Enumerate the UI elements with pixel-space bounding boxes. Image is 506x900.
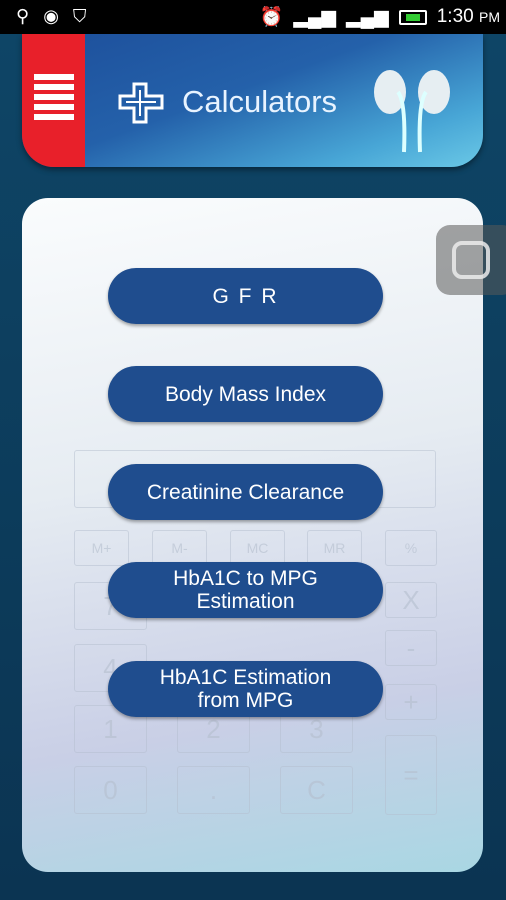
bg-calculator-key: . <box>177 766 250 814</box>
hba1c-to-mpg-button[interactable]: HbA1C to MPG Estimation <box>108 562 383 618</box>
signal-icon: ▂▄▆ <box>293 6 337 28</box>
bg-calculator-key: C <box>280 766 353 814</box>
time-text: 1:30 <box>436 6 474 27</box>
clock: 1:30 PM <box>437 6 500 28</box>
menu-button[interactable] <box>22 34 85 167</box>
kidneys-icon <box>374 70 450 153</box>
bg-calculator-key: MR <box>307 530 362 566</box>
header-banner: Calculators <box>22 34 483 167</box>
shield-icon: ⛉ <box>72 6 87 26</box>
bg-calculator-key: % <box>385 530 437 566</box>
bg-calculator-key: - <box>385 630 437 666</box>
creatinine-clearance-button[interactable]: Creatinine Clearance <box>108 464 383 520</box>
body-mass-index-button[interactable]: Body Mass Index <box>108 366 383 422</box>
gfr-button[interactable]: G F R <box>108 268 383 324</box>
usb-icon: ⚲ <box>16 6 30 26</box>
alarm-icon: ⏰ <box>259 7 284 28</box>
medical-cross-icon <box>118 82 164 124</box>
bg-calculator-key: M+ <box>74 530 129 566</box>
hba1c-from-mpg-button[interactable]: HbA1C Estimation from MPG <box>108 661 383 717</box>
bg-calculator-key: 0 <box>74 766 147 814</box>
bg-calculator-key: MC <box>230 530 285 566</box>
bg-calculator-key: = <box>385 735 437 815</box>
signal-icon: ▂▄▆ <box>346 6 389 28</box>
status-bar: ⚲ ◉ ⛉ ⏰ ▂▄▆ ▂▄▆ 1:30 PM <box>0 0 506 34</box>
bg-calculator-key: + <box>385 684 437 720</box>
ampm-text: PM <box>479 9 500 25</box>
battery-charging-icon <box>398 9 427 25</box>
page-title: Calculators <box>182 84 338 119</box>
bg-calculator-key: X <box>385 582 437 618</box>
app-icon: ◉ <box>43 6 59 26</box>
bg-calculator-key: M- <box>152 530 207 566</box>
assistive-touch-icon <box>452 241 490 279</box>
assistive-touch-button[interactable] <box>436 225 506 295</box>
